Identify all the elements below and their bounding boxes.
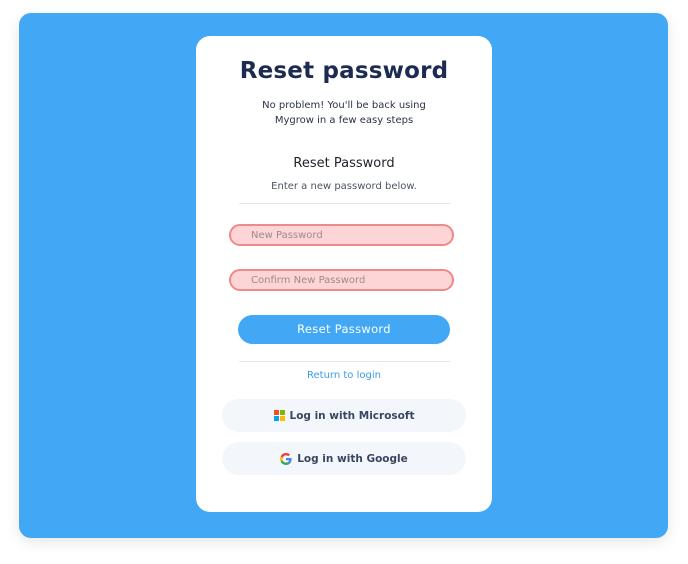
microsoft-login-button[interactable]: Log in with Microsoft	[222, 399, 466, 432]
google-logo-icon	[280, 452, 292, 465]
microsoft-logo-icon	[273, 410, 285, 421]
page-title: Reset password	[239, 58, 449, 84]
return-to-login-link[interactable]: Return to login	[196, 370, 492, 381]
reset-password-card: Reset password No problem! You'll be bac…	[196, 36, 492, 512]
page-background: Reset password No problem! You'll be bac…	[19, 13, 668, 538]
page-subtitle: No problem! You'll be back using Mygrow …	[196, 98, 492, 128]
confirm-password-input[interactable]	[229, 269, 454, 291]
reset-password-button[interactable]: Reset Password	[238, 315, 450, 344]
google-login-label: Log in with Google	[297, 452, 408, 465]
subtitle-line-1: No problem! You'll be back using	[262, 100, 426, 111]
divider-top	[239, 203, 450, 204]
subtitle-line-2: Mygrow in a few easy steps	[274, 115, 414, 126]
new-password-input[interactable]	[229, 224, 454, 246]
section-title: Reset Password	[293, 156, 395, 171]
google-login-button[interactable]: Log in with Google	[222, 442, 466, 475]
microsoft-login-label: Log in with Microsoft	[289, 409, 415, 422]
divider-bottom	[239, 361, 450, 362]
section-description: Enter a new password below.	[271, 181, 417, 192]
